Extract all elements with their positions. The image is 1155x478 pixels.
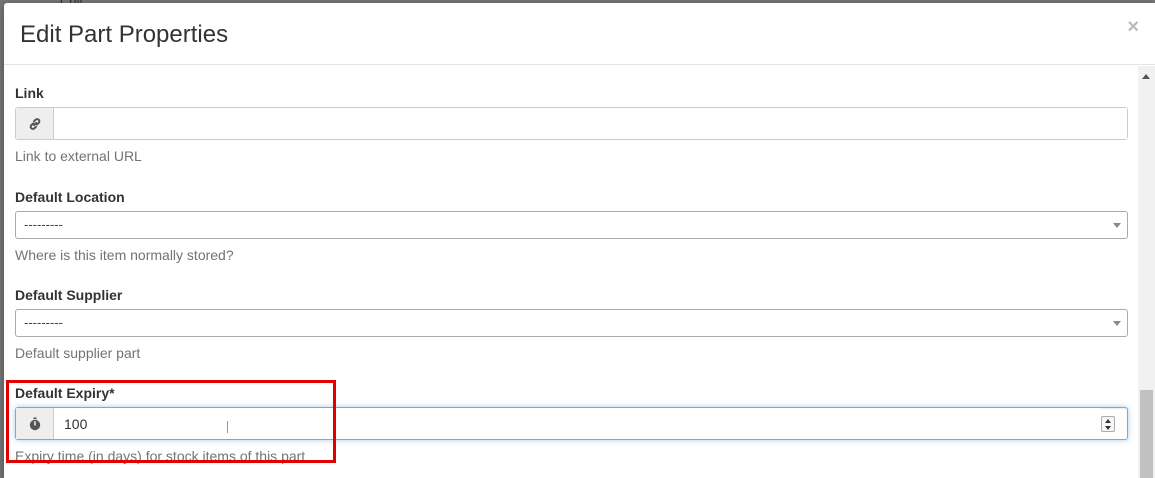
modal-header: Edit Part Properties × xyxy=(4,3,1155,65)
text-cursor xyxy=(227,421,228,433)
default-expiry-field: Default Expiry* Expiry time (in days) fo… xyxy=(15,385,1128,464)
default-expiry-help-text: Expiry time (in days) for stock items of… xyxy=(15,448,306,464)
default-expiry-input-group xyxy=(15,407,1128,440)
default-supplier-selected: --------- xyxy=(24,315,63,330)
number-spinner[interactable] xyxy=(1101,415,1115,432)
link-field: Link Link to external URL xyxy=(15,85,1128,164)
default-location-help-text: Where is this item normally stored? xyxy=(15,247,234,263)
spinner-up-icon[interactable] xyxy=(1105,418,1111,423)
scrollbar-thumb[interactable] xyxy=(1140,390,1153,478)
link-help-text: Link to external URL xyxy=(15,148,142,164)
modal-scrollbar[interactable] xyxy=(1138,66,1155,478)
default-supplier-label: Default Supplier xyxy=(15,287,123,303)
default-supplier-select[interactable]: --------- xyxy=(15,309,1128,337)
default-supplier-field: Default Supplier --------- Default suppl… xyxy=(15,287,1128,361)
scroll-up-icon[interactable] xyxy=(1142,74,1150,79)
default-location-select[interactable]: --------- xyxy=(15,211,1128,239)
default-location-selected: --------- xyxy=(24,217,63,232)
modal-body: Link Link to external URL Default Locati… xyxy=(4,66,1138,478)
link-label: Link xyxy=(15,85,44,101)
link-input-group xyxy=(15,107,1128,140)
dropdown-arrow-icon xyxy=(1113,223,1121,228)
default-location-field: Default Location --------- Where is this… xyxy=(15,189,1128,263)
default-expiry-label: Default Expiry* xyxy=(15,385,115,401)
close-button[interactable]: × xyxy=(1127,17,1139,37)
default-supplier-help-text: Default supplier part xyxy=(15,345,141,361)
edit-part-modal: Edit Part Properties × Link Link to exte… xyxy=(4,3,1155,478)
dropdown-arrow-icon xyxy=(1113,321,1121,326)
default-expiry-input[interactable] xyxy=(54,408,1101,439)
link-icon xyxy=(16,108,54,139)
modal-title: Edit Part Properties xyxy=(20,21,229,48)
spinner-down-icon[interactable] xyxy=(1105,425,1111,430)
stopwatch-icon xyxy=(16,408,54,439)
link-input[interactable] xyxy=(54,108,1127,139)
default-location-label: Default Location xyxy=(15,189,125,205)
